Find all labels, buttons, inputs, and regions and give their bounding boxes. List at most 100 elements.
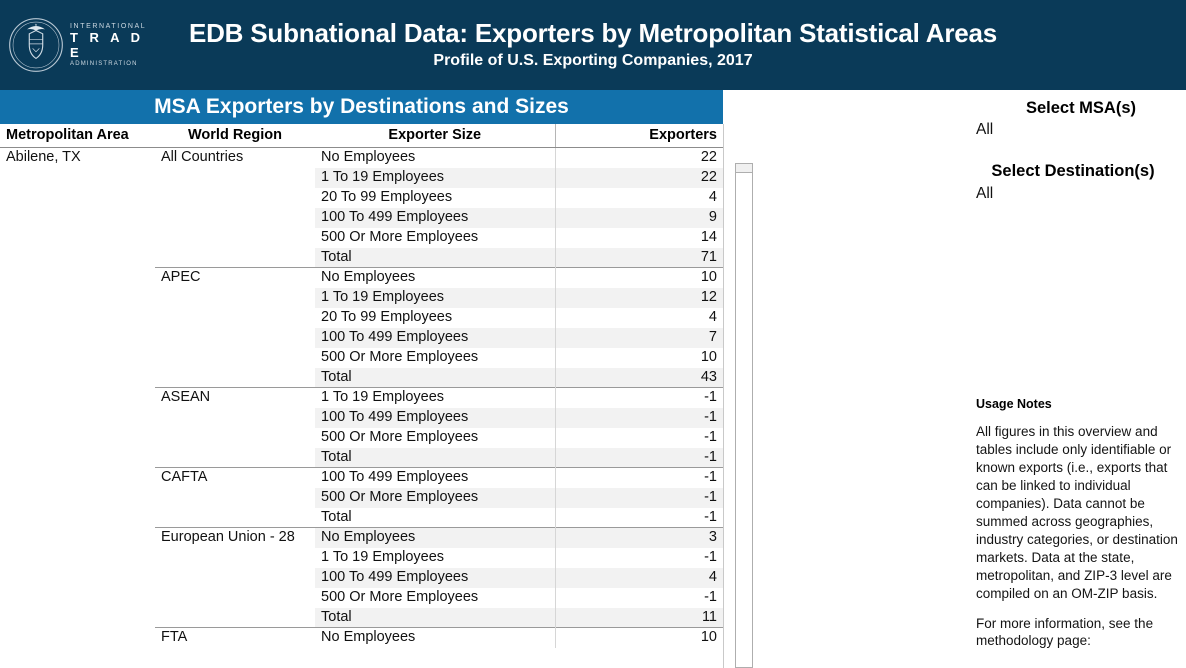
cell-value: 71 (554, 247, 723, 268)
column-header-metropolitan-area[interactable]: Metropolitan Area (0, 124, 155, 148)
table-row[interactable]: Total -1 (0, 447, 723, 468)
msa-exporters-table: Metropolitan Area World Region Exporter … (0, 124, 723, 648)
logo-line-2: T R A D E (70, 29, 144, 60)
table-row[interactable]: 500 Or More Employees -1 (0, 587, 723, 608)
cell-value: 11 (554, 607, 723, 628)
page-header: ★ INTERNATIONAL T R A D E ADMINISTRATION… (0, 0, 1186, 90)
select-msa-value[interactable]: All (960, 121, 1186, 139)
table-row[interactable]: 500 Or More Employees 10 (0, 347, 723, 368)
table-row[interactable]: Abilene, TX All Countries No Employees 22 (0, 147, 723, 168)
cell-size: Total (315, 367, 555, 388)
table-row[interactable]: 100 To 499 Employees 4 (0, 567, 723, 588)
cell-metro (0, 548, 155, 568)
table-vertical-scrollbar[interactable] (735, 163, 753, 668)
table-panel-title: MSA Exporters by Destinations and Sizes (0, 90, 723, 124)
cell-region (155, 368, 315, 388)
cell-size: 100 To 499 Employees (315, 327, 555, 348)
table-row[interactable]: FTA No Employees 10 (0, 627, 723, 648)
table-row[interactable]: 500 Or More Employees 14 (0, 227, 723, 248)
cell-value: -1 (554, 467, 723, 488)
cell-value: 22 (554, 147, 723, 168)
cell-region (155, 308, 315, 328)
cell-region (155, 248, 315, 268)
header-title-block: EDB Subnational Data: Exporters by Metro… (150, 18, 1186, 70)
page-subtitle: Profile of U.S. Exporting Companies, 201… (433, 52, 753, 70)
cell-region (155, 568, 315, 588)
table-row[interactable]: 100 To 499 Employees -1 (0, 407, 723, 428)
table-row[interactable]: 1 To 19 Employees 22 (0, 167, 723, 188)
column-header-world-region[interactable]: World Region (155, 124, 315, 148)
cell-region (155, 608, 315, 628)
cell-metro: Abilene, TX (6, 149, 81, 165)
cell-value: 10 (554, 347, 723, 368)
table-row[interactable]: Total 71 (0, 247, 723, 268)
cell-region (155, 488, 315, 508)
column-header-exporters[interactable]: Exporters (554, 124, 723, 148)
select-msa-label: Select MSA(s) (1025, 99, 1137, 117)
scrollbar-thumb[interactable] (736, 164, 752, 173)
cell-size: Total (315, 447, 555, 468)
cell-region (155, 588, 315, 608)
table-row[interactable]: 100 To 499 Employees 7 (0, 327, 723, 348)
cell-region: ASEAN (155, 387, 315, 408)
table-row[interactable]: 100 To 499 Employees 9 (0, 207, 723, 228)
dept-of-commerce-seal-icon: ★ (9, 18, 63, 72)
cell-region (155, 168, 315, 188)
table-row[interactable]: Total 43 (0, 367, 723, 388)
table-row[interactable]: 20 To 99 Employees 4 (0, 307, 723, 328)
table-row[interactable]: Total 11 (0, 607, 723, 628)
cell-metro (0, 468, 155, 488)
cell-value: -1 (554, 427, 723, 448)
cell-size: 1 To 19 Employees (321, 548, 445, 565)
usage-notes-paragraph-2: For more information, see the methodolog… (976, 615, 1154, 649)
cell-region: APEC (155, 267, 315, 288)
cell-region (155, 408, 315, 428)
table-row[interactable]: 1 To 19 Employees 12 (0, 287, 723, 308)
table-row[interactable]: APEC No Employees 10 (0, 267, 723, 288)
table-row[interactable]: 1 To 19 Employees -1 (0, 547, 723, 568)
cell-metro (0, 568, 155, 588)
cell-metro (0, 208, 155, 228)
cell-region (155, 208, 315, 228)
cell-value: -1 (554, 447, 723, 468)
cell-metro (0, 248, 155, 268)
table-row[interactable]: European Union - 28 No Employees 3 (0, 527, 723, 548)
cell-region (155, 328, 315, 348)
cell-size: 500 Or More Employees (321, 588, 479, 605)
select-destination-value[interactable]: All (960, 185, 1186, 203)
cell-region (155, 548, 315, 568)
cell-size: 500 Or More Employees (321, 428, 479, 445)
filter-sidebar: Select MSA(s) All Select Destination(s) … (960, 98, 1186, 203)
cell-metro (0, 328, 155, 348)
select-destination-label: Select Destination(s) (991, 162, 1155, 181)
cell-metro (0, 628, 155, 648)
cell-region (155, 228, 315, 248)
cell-size: No Employees (315, 267, 555, 288)
cell-region: FTA (155, 627, 315, 648)
cell-metro (0, 608, 155, 628)
cell-metro (0, 588, 155, 608)
cell-size: 500 Or More Employees (321, 348, 479, 365)
cell-metro (0, 228, 155, 248)
table-row[interactable]: CAFTA 100 To 499 Employees -1 (0, 467, 723, 488)
table-row[interactable]: 500 Or More Employees -1 (0, 487, 723, 508)
table-row[interactable]: 500 Or More Employees -1 (0, 427, 723, 448)
table-row[interactable]: ASEAN 1 To 19 Employees -1 (0, 387, 723, 408)
cell-size: 100 To 499 Employees (315, 407, 555, 428)
table-row[interactable]: 20 To 99 Employees 4 (0, 187, 723, 208)
cell-value: 10 (554, 267, 723, 288)
page-root: ★ INTERNATIONAL T R A D E ADMINISTRATION… (0, 0, 1186, 668)
cell-region (155, 288, 315, 308)
cell-metro (0, 288, 155, 308)
table-row[interactable]: Total -1 (0, 507, 723, 528)
cell-metro (0, 408, 155, 428)
cell-value: 4 (554, 307, 723, 328)
cell-region (155, 188, 315, 208)
cell-size: No Employees (315, 147, 555, 168)
cell-value: 4 (554, 567, 723, 588)
cell-value: -1 (554, 587, 723, 608)
usage-notes-title: Usage Notes (976, 397, 1052, 411)
cell-size: 1 To 19 Employees (315, 387, 555, 408)
cell-value: -1 (554, 487, 723, 508)
column-header-exporter-size[interactable]: Exporter Size (315, 124, 555, 148)
